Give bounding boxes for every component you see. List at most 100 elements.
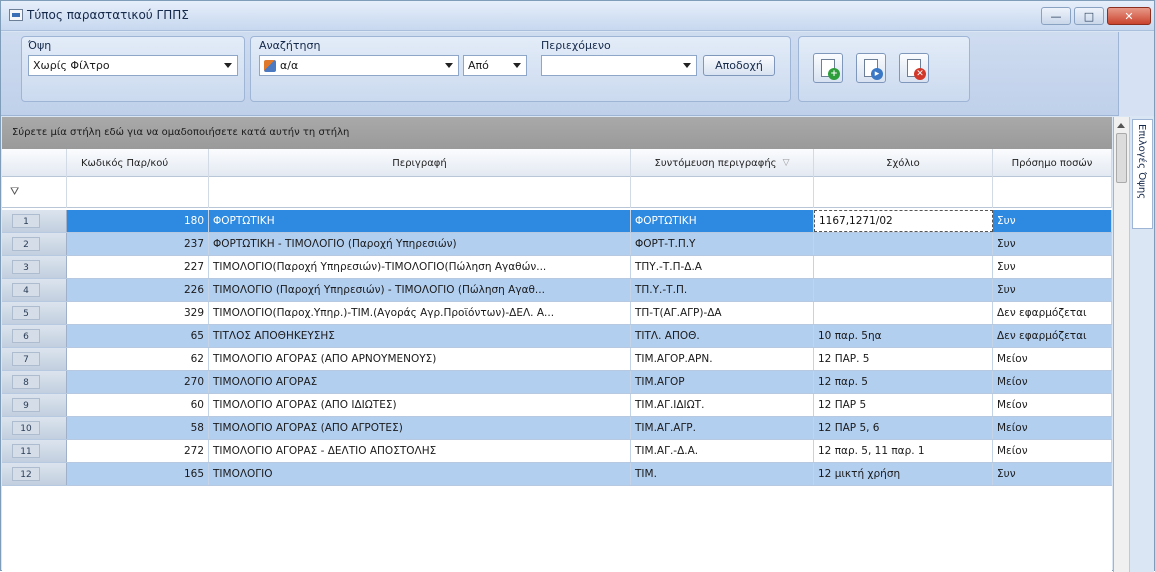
column-header-code[interactable]: Κωδικός Παρ/κού	[67, 149, 209, 177]
table-row[interactable]: 3 227 ΤΙΜΟΛΟΓΙΟ(Παροχή Υπηρεσιών)-ΤΙΜΟΛΟΓΙ…	[2, 256, 1112, 279]
cell-code[interactable]: 329	[67, 302, 209, 324]
cell-description[interactable]: ΤΙΤΛΟΣ ΑΠΟΘΗΚΕΥΣΗΣ	[209, 325, 631, 347]
cell-comment[interactable]: 12 παρ. 5, 11 παρ. 1	[814, 440, 993, 462]
view-options-tab[interactable]: Επιλογές Όψης	[1132, 119, 1153, 229]
filter-cell-code[interactable]	[67, 177, 209, 208]
group-by-panel[interactable]: Σύρετε μία στήλη εδώ για να ομαδοποιήσετ…	[2, 117, 1112, 149]
cell-code[interactable]: 180	[67, 210, 209, 232]
cell-code[interactable]: 226	[67, 279, 209, 301]
cell-code[interactable]: 227	[67, 256, 209, 278]
delete-document-button[interactable]: ✕	[899, 53, 929, 83]
cell-comment[interactable]: 12 μικτή χρήση	[814, 463, 993, 485]
cell-description[interactable]: ΤΙΜΟΛΟΓΙΟ ΑΓΟΡΑΣ (ΑΠΟ ΙΔΙΩΤΕΣ)	[209, 394, 631, 416]
cell-comment[interactable]: 12 ΠΑΡ 5	[814, 394, 993, 416]
cell-short-description[interactable]: ΤΙΜ.	[631, 463, 814, 485]
table-row[interactable]: 4 226 ΤΙΜΟΛΟΓΙΟ (Παροχή Υπηρεσιών) - ΤΙΜΟΛ…	[2, 279, 1112, 302]
cell-short-description[interactable]: ΤΙΤΛ. ΑΠΟΘ.	[631, 325, 814, 347]
column-header-short-description[interactable]: Συντόμευση περιγραφής ▽	[631, 149, 814, 177]
row-number[interactable]: 5	[2, 302, 67, 324]
cell-sign[interactable]: Συν	[993, 210, 1112, 232]
cell-code[interactable]: 65	[67, 325, 209, 347]
row-number[interactable]: 12	[2, 463, 67, 485]
cell-comment[interactable]	[814, 279, 993, 301]
contains-dropdown[interactable]	[541, 55, 697, 76]
cell-comment[interactable]	[814, 302, 993, 324]
cell-code[interactable]: 62	[67, 348, 209, 370]
cell-description[interactable]: ΤΙΜΟΛΟΓΙΟ(Παροχή Υπηρεσιών)-ΤΙΜΟΛΟΓΙΟ(Πώ…	[209, 256, 631, 278]
search-field-dropdown[interactable]: α/α	[259, 55, 459, 76]
cell-short-description[interactable]: ΤΙΜ.ΑΓ.ΑΓΡ.	[631, 417, 814, 439]
cell-description[interactable]: ΤΙΜΟΛΟΓΙΟ ΑΓΟΡΑΣ	[209, 371, 631, 393]
row-number[interactable]: 3	[2, 256, 67, 278]
cell-description[interactable]: ΤΙΜΟΛΟΓΙΟ ΑΓΟΡΑΣ (ΑΠΟ ΑΡΝΟΥΜΕΝΟΥΣ)	[209, 348, 631, 370]
table-row[interactable]: 2 237 ΦΟΡΤΩΤΙΚΗ - ΤΙΜΟΛΟΓΙΟ (Παροχή Υπηρεσ…	[2, 233, 1112, 256]
table-row[interactable]: 11 272 ΤΙΜΟΛΟΓΙΟ ΑΓΟΡΑΣ - ΔΕΛΤΙΟ ΑΠΟΣΤΟΛΗΣ…	[2, 440, 1112, 463]
table-row[interactable]: 10 58 ΤΙΜΟΛΟΓΙΟ ΑΓΟΡΑΣ (ΑΠΟ ΑΓΡΟΤΕΣ) ΤΙΜ.ΑΓ…	[2, 417, 1112, 440]
maximize-button[interactable]: □	[1074, 7, 1104, 25]
minimize-button[interactable]: —	[1041, 7, 1071, 25]
cell-sign[interactable]: Μείον	[993, 394, 1112, 416]
cell-short-description[interactable]: ΤΠ-Τ(ΑΓ.ΑΓΡ)-ΔΑ	[631, 302, 814, 324]
row-number[interactable]: 1	[2, 210, 67, 232]
row-number[interactable]: 7	[2, 348, 67, 370]
cell-short-description[interactable]: ΤΠΥ.-Τ.Π-Δ.Α	[631, 256, 814, 278]
cell-comment[interactable]: 1167,1271/02	[814, 210, 993, 232]
cell-short-description[interactable]: ΦΟΡΤΩΤΙΚΗ	[631, 210, 814, 232]
cell-description[interactable]: ΤΙΜΟΛΟΓΙΟ ΑΓΟΡΑΣ (ΑΠΟ ΑΓΡΟΤΕΣ)	[209, 417, 631, 439]
column-header-sign[interactable]: Πρόσημο ποσών	[993, 149, 1112, 177]
table-row[interactable]: 8 270 ΤΙΜΟΛΟΓΙΟ ΑΓΟΡΑΣ ΤΙΜ.ΑΓΟΡ 12 παρ. 5 Μεί…	[2, 371, 1112, 394]
cell-sign[interactable]: Μείον	[993, 417, 1112, 439]
cell-code[interactable]: 60	[67, 394, 209, 416]
scroll-thumb[interactable]	[1116, 133, 1127, 183]
cell-sign[interactable]: Μείον	[993, 348, 1112, 370]
cell-sign[interactable]: Συν	[993, 256, 1112, 278]
cell-description[interactable]: ΤΙΜΟΛΟΓΙΟ(Παροχ.Υπηρ.)-ΤΙΜ.(Αγοράς Αγρ.Π…	[209, 302, 631, 324]
cell-short-description[interactable]: ΤΙΜ.ΑΓ.-Δ.Α.	[631, 440, 814, 462]
row-number[interactable]: 4	[2, 279, 67, 301]
cell-short-description[interactable]: ΤΠ.Υ.-Τ.Π.	[631, 279, 814, 301]
row-number[interactable]: 2	[2, 233, 67, 255]
filter-cell-sign[interactable]	[993, 177, 1112, 208]
row-number[interactable]: 10	[2, 417, 67, 439]
new-document-button[interactable]: +	[813, 53, 843, 83]
vertical-scrollbar[interactable]	[1114, 117, 1130, 572]
column-header-description[interactable]: Περιγραφή	[209, 149, 631, 177]
table-row[interactable]: 9 60 ΤΙΜΟΛΟΓΙΟ ΑΓΟΡΑΣ (ΑΠΟ ΙΔΙΩΤΕΣ) ΤΙΜ.ΑΓ.…	[2, 394, 1112, 417]
cell-description[interactable]: ΦΟΡΤΩΤΙΚΗ - ΤΙΜΟΛΟΓΙΟ (Παροχή Υπηρεσιών)	[209, 233, 631, 255]
table-row[interactable]: 1 180 ΦΟΡΤΩΤΙΚΗ ΦΟΡΤΩΤΙΚΗ 1167,1271/02 Συν	[2, 210, 1112, 233]
cell-description[interactable]: ΦΟΡΤΩΤΙΚΗ	[209, 210, 631, 232]
cell-comment[interactable]: 12 παρ. 5	[814, 371, 993, 393]
cell-description[interactable]: ΤΙΜΟΛΟΓΙΟ	[209, 463, 631, 485]
cell-comment[interactable]: 12 ΠΑΡ 5, 6	[814, 417, 993, 439]
cell-description[interactable]: ΤΙΜΟΛΟΓΙΟ (Παροχή Υπηρεσιών) - ΤΙΜΟΛΟΓΙΟ…	[209, 279, 631, 301]
copy-document-button[interactable]: ▸	[856, 53, 886, 83]
cell-code[interactable]: 165	[67, 463, 209, 485]
scroll-up-icon[interactable]	[1117, 123, 1125, 128]
cell-code[interactable]: 272	[67, 440, 209, 462]
cell-sign[interactable]: Δεν εφαρμόζεται	[993, 325, 1112, 347]
cell-short-description[interactable]: ΤΙΜ.ΑΓ.ΙΔΙΩΤ.	[631, 394, 814, 416]
row-number[interactable]: 6	[2, 325, 67, 347]
column-header-comment[interactable]: Σχόλιο	[814, 149, 993, 177]
row-number[interactable]: 9	[2, 394, 67, 416]
table-row[interactable]: 12 165 ΤΙΜΟΛΟΓΙΟ ΤΙΜ. 12 μικτή χρήση Συν	[2, 463, 1112, 486]
accept-button[interactable]: Αποδοχή	[703, 55, 775, 76]
cell-sign[interactable]: Συν	[993, 463, 1112, 485]
row-number[interactable]: 11	[2, 440, 67, 462]
operator-dropdown[interactable]: Από	[463, 55, 527, 76]
table-row[interactable]: 5 329 ΤΙΜΟΛΟΓΙΟ(Παροχ.Υπηρ.)-ΤΙΜ.(Αγοράς Α…	[2, 302, 1112, 325]
cell-comment[interactable]: 10 παρ. 5ηα	[814, 325, 993, 347]
close-button[interactable]: ✕	[1107, 7, 1151, 25]
cell-comment[interactable]	[814, 233, 993, 255]
cell-description[interactable]: ΤΙΜΟΛΟΓΙΟ ΑΓΟΡΑΣ - ΔΕΛΤΙΟ ΑΠΟΣΤΟΛΗΣ	[209, 440, 631, 462]
cell-comment[interactable]	[814, 256, 993, 278]
cell-sign[interactable]: Μείον	[993, 371, 1112, 393]
cell-code[interactable]: 270	[67, 371, 209, 393]
cell-sign[interactable]: Μείον	[993, 440, 1112, 462]
cell-short-description[interactable]: ΦΟΡΤ-Τ.Π.Υ	[631, 233, 814, 255]
cell-code[interactable]: 58	[67, 417, 209, 439]
cell-sign[interactable]: Συν	[993, 233, 1112, 255]
filter-cell-short-description[interactable]	[631, 177, 814, 208]
cell-code[interactable]: 237	[67, 233, 209, 255]
table-row[interactable]: 7 62 ΤΙΜΟΛΟΓΙΟ ΑΓΟΡΑΣ (ΑΠΟ ΑΡΝΟΥΜΕΝΟΥΣ) ΤΙΜ…	[2, 348, 1112, 371]
